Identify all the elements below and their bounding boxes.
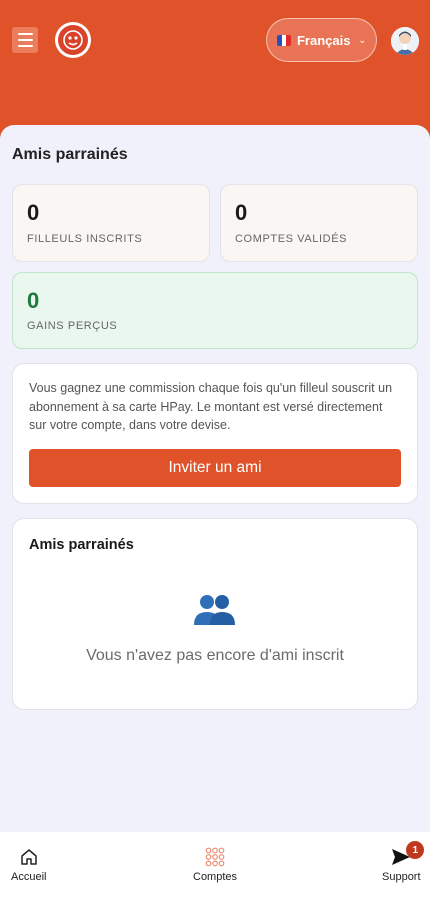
stat-value: 0 [27,200,40,225]
nav-label: Comptes [193,871,238,883]
empty-state-text: Vous n'avez pas encore d'ami inscrit [86,647,344,664]
header-bar: Français ⌄ [0,0,430,145]
stat-value: 0 [235,200,248,225]
stat-card-registered: 0 FILLEULS INSCRITS [12,184,210,262]
stat-label: FILLEULS INSCRITS [27,233,143,245]
user-avatar-icon [391,27,419,55]
notification-badge: 1 [406,841,425,859]
bottom-navigation: Accueil Comptes 1 Support [0,832,430,900]
stat-card-validated: 0 COMPTES VALIDÉS [220,184,418,262]
fr-flag-icon [276,34,291,46]
stat-label: COMPTES VALIDÉS [235,233,348,245]
commission-info-card: Vous gagnez une commission chaque fois q… [12,363,418,504]
nav-label: Accueil [11,871,47,883]
nav-label: Support [382,871,421,883]
referred-friends-card: Amis parrainés Vous n'avez pas encore d'… [12,518,418,710]
page-title: Amis parrainés [12,146,128,163]
stat-value: 0 [27,288,40,313]
stat-card-earnings: 0 GAINS PERÇUS [12,272,418,349]
stat-label: GAINS PERÇUS [27,320,118,332]
menu-icon[interactable] [12,27,38,53]
avatar[interactable] [391,27,419,55]
logo-mascot-icon [63,30,83,50]
language-selector[interactable]: Français ⌄ [266,18,377,62]
app-logo[interactable] [55,22,91,58]
people-icon [194,595,235,625]
nav-item-home[interactable]: Accueil [11,846,46,883]
card-title: Amis parrainés [29,537,134,553]
send-icon: 1 [390,841,425,868]
language-label: Français [296,32,351,48]
home-icon [18,846,40,868]
grid-icon [204,846,226,868]
commission-description: Vous gagnez une commission chaque fois q… [29,381,393,432]
nav-item-support[interactable]: 1 Support [382,841,425,883]
nav-item-accounts[interactable]: Comptes [193,846,237,883]
chevron-down-icon: ⌄ [358,34,367,45]
invite-friend-button[interactable]: Inviter un ami [29,449,401,487]
